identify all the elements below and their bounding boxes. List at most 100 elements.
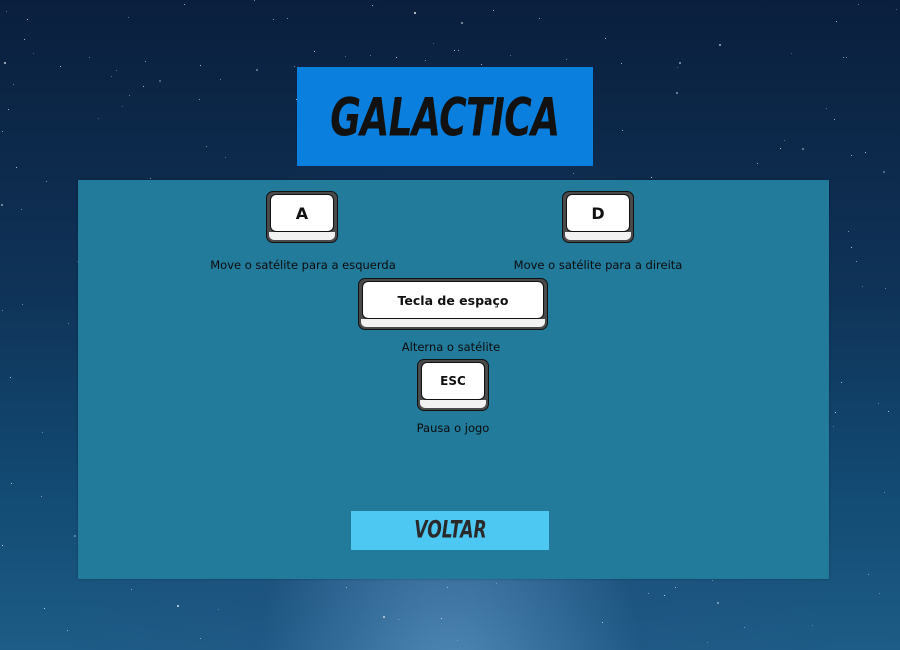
key-space: Tecla de espaço [358,278,548,330]
star [457,640,458,641]
star [888,411,889,412]
star [848,231,849,232]
key-d: D [562,191,634,243]
star [383,616,385,618]
star [447,587,448,588]
star [128,17,129,18]
star [60,66,61,67]
star [461,22,463,24]
key-d-description: Move o satélite para a direita [513,258,683,272]
key-esc-face: ESC [421,362,485,400]
star [433,43,434,44]
key-a-side [269,232,335,240]
star [851,247,852,248]
game-title: GALACTICA [330,85,560,148]
star [41,496,42,497]
star [836,21,837,22]
star [878,403,879,404]
star [717,602,719,604]
star [707,642,708,643]
key-a-face: A [270,194,334,232]
star [843,57,844,58]
key-a: A [266,191,338,243]
star [879,593,880,594]
star [441,618,442,619]
star [122,106,123,107]
star [621,63,622,64]
star [493,10,494,11]
star [846,57,847,58]
star [712,580,713,581]
star [744,627,745,628]
star [143,86,144,87]
key-d-face: D [566,194,630,232]
star [865,152,866,153]
star [345,56,346,57]
star [566,59,567,60]
star [856,261,857,262]
star [220,79,221,80]
star [225,157,226,158]
star [33,53,34,54]
star [396,57,397,58]
star [834,119,835,120]
back-button[interactable]: VOLTAR [351,511,549,550]
key-d-label: D [591,203,605,223]
key-esc-description: Pausa o jogo [416,421,490,435]
star [74,535,76,537]
star [812,625,813,626]
star [116,70,117,71]
key-space-label: Tecla de espaço [397,292,509,308]
star [218,609,219,610]
star [44,608,45,609]
star [159,80,161,82]
star [802,148,804,150]
star [858,4,859,5]
star [89,57,90,58]
star [605,38,606,39]
star [256,69,258,71]
key-esc-side [420,400,486,408]
star [826,108,827,109]
star [10,377,11,378]
star [414,12,416,14]
star [780,148,781,149]
star [111,76,112,77]
star [510,55,511,56]
star [129,95,130,96]
key-space-side [361,319,545,327]
star [8,109,9,110]
star [784,140,785,141]
star [98,118,99,119]
key-d-side [565,232,631,240]
star [458,50,459,51]
star [273,19,274,20]
star [150,178,151,179]
star [27,19,28,20]
star [314,51,315,52]
star [177,605,179,607]
star [851,155,852,156]
star [648,593,649,594]
star [2,131,3,132]
star [6,11,7,12]
star [199,99,200,100]
star [13,84,14,85]
star [496,583,497,584]
star [664,595,665,596]
star [131,589,132,590]
star [16,167,17,168]
star [539,18,540,19]
key-a-label: A [295,203,309,223]
star [841,382,842,383]
star [573,173,574,174]
key-esc: ESC [417,359,489,411]
star [11,483,12,484]
star [46,181,47,182]
star [868,574,869,575]
star [200,638,201,639]
star [481,64,482,65]
star [884,492,885,493]
star [42,432,43,433]
star [206,146,207,147]
